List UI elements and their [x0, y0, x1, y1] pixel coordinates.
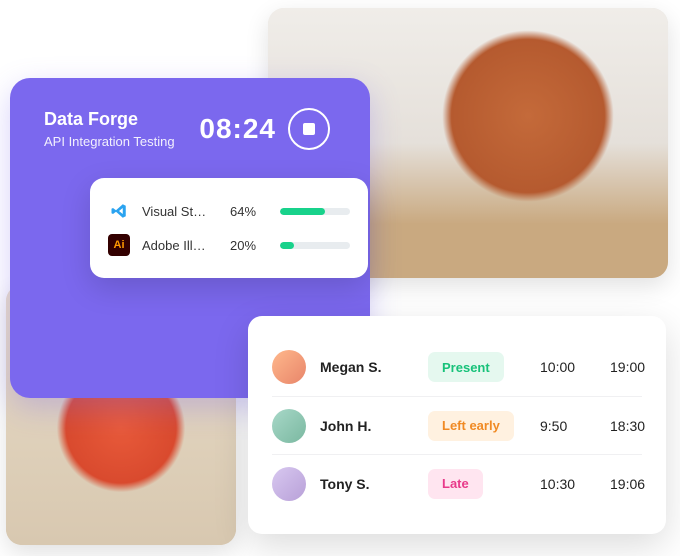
app-row: Ai Adobe Ill… 20%: [108, 228, 350, 262]
app-name: Visual St…: [142, 204, 220, 219]
end-time: 19:06: [610, 476, 664, 492]
timer-title: Data Forge: [44, 109, 187, 130]
progress-fill: [280, 208, 325, 215]
timer-value: 08:24: [199, 113, 276, 145]
apps-usage-card: Visual St… 64% Ai Adobe Ill… 20%: [90, 178, 368, 278]
attendance-row: Tony S. Late 10:30 19:06: [272, 454, 642, 512]
progress-fill: [280, 242, 294, 249]
avatar: [272, 409, 306, 443]
app-percent: 64%: [230, 204, 270, 219]
avatar: [272, 467, 306, 501]
status-badge: Left early: [428, 411, 514, 441]
attendee-name: Tony S.: [320, 476, 416, 492]
attendee-name: John H.: [320, 418, 416, 434]
end-time: 18:30: [610, 418, 664, 434]
timer-card: Data Forge API Integration Testing 08:24: [22, 88, 352, 174]
start-time: 10:30: [540, 476, 598, 492]
timer-stop-button[interactable]: [288, 108, 330, 150]
attendee-name: Megan S.: [320, 359, 416, 375]
app-row: Visual St… 64%: [108, 194, 350, 228]
start-time: 9:50: [540, 418, 598, 434]
progress-track: [280, 242, 350, 249]
app-name: Adobe Ill…: [142, 238, 220, 253]
progress-track: [280, 208, 350, 215]
illustrator-icon: Ai: [108, 234, 130, 256]
app-percent: 20%: [230, 238, 270, 253]
attendance-row: John H. Left early 9:50 18:30: [272, 396, 642, 454]
start-time: 10:00: [540, 359, 598, 375]
end-time: 19:00: [610, 359, 664, 375]
avatar: [272, 350, 306, 384]
vscode-icon: [108, 200, 130, 222]
attendance-row: Megan S. Present 10:00 19:00: [272, 338, 642, 396]
status-badge: Late: [428, 469, 483, 499]
stop-icon: [303, 123, 315, 135]
attendance-card: Megan S. Present 10:00 19:00 John H. Lef…: [248, 316, 666, 534]
timer-subtitle: API Integration Testing: [44, 134, 187, 149]
status-badge: Present: [428, 352, 504, 382]
